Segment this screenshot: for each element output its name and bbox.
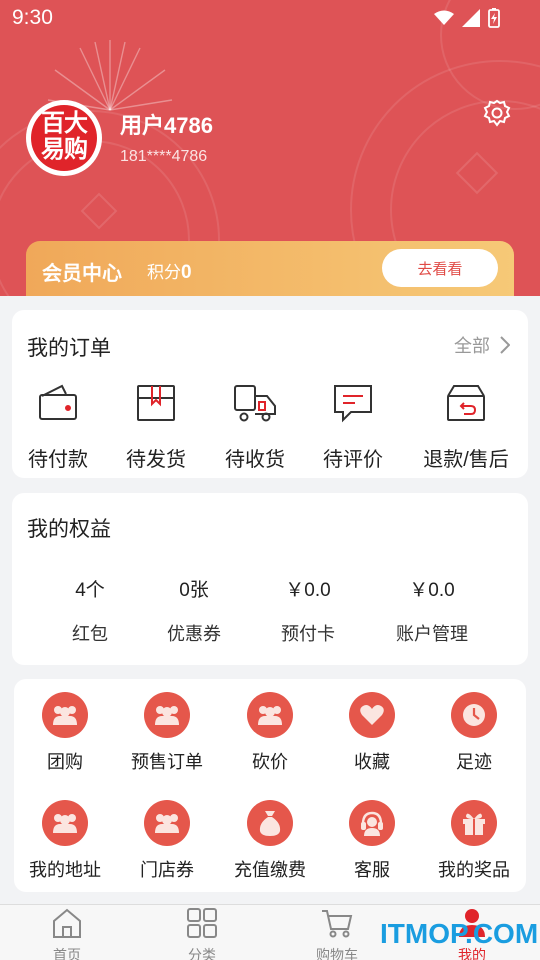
service-label: 我的奖品 [438,860,510,880]
order-label: 待评价 [323,449,383,471]
order-pending-shipment[interactable]: 待发货 [106,382,206,472]
points-display: 积分0 [147,258,192,284]
rights-prepaid-card[interactable]: ￥0.0 预付卡 [248,575,368,646]
order-pending-payment[interactable]: 待付款 [8,382,108,472]
member-center-card[interactable]: 会员中心 积分0 去看看 [26,241,514,296]
avatar-logo-line2: 易购 [41,136,88,163]
battery-icon [488,8,500,28]
group-icon [42,800,88,846]
group-icon [42,692,88,738]
my-rights-card: 我的权益 4个 红包 0张 优惠券 ￥0.0 预付卡 ￥0.0 账户管理 [12,493,528,665]
service-label: 砍价 [252,752,288,772]
return-box-icon [447,385,485,421]
tab-home[interactable]: 首页 [17,907,117,960]
rights-red-packet[interactable]: 4个 红包 [30,575,150,646]
status-bar: 9:30 [0,0,540,36]
tab-label: 首页 [53,947,81,960]
package-icon [137,385,175,421]
service-favorites[interactable]: 收藏 [321,692,423,774]
my-orders-title: 我的订单 [27,337,111,360]
comment-icon [334,385,372,423]
rights-label: 预付卡 [281,624,335,644]
order-pending-receipt[interactable]: 待收货 [205,382,305,472]
service-bargain[interactable]: 砍价 [219,692,321,774]
points-value: 0 [181,262,192,283]
group-icon [144,800,190,846]
service-label: 门店券 [140,860,194,880]
service-label: 团购 [47,752,83,772]
avatar-logo: 百大 易购 [31,105,97,171]
service-recharge-payment[interactable]: 充值缴费 [219,800,321,882]
rights-coupon[interactable]: 0张 优惠券 [134,575,254,646]
signal-icon [462,9,480,27]
go-see-button[interactable]: 去看看 [382,249,498,287]
rights-label: 账户管理 [396,624,468,644]
avatar-logo-line1: 百大 [41,110,88,137]
clock-icon [451,692,497,738]
heart-icon [349,692,395,738]
service-label: 充值缴费 [234,860,306,880]
truck-icon [234,385,276,422]
phone-number: 181****4786 [120,148,208,165]
status-time: 9:30 [12,6,53,29]
see-all-orders-link[interactable]: 全部 [454,332,510,358]
order-pending-review[interactable]: 待评价 [303,382,403,472]
tab-label: 分类 [188,947,216,960]
rights-value: 4个 [75,580,105,601]
group-icon [247,692,293,738]
rights-label: 优惠券 [167,624,221,644]
see-all-label: 全部 [454,336,490,356]
service-label: 收藏 [354,752,390,772]
order-label: 待收货 [225,449,285,471]
my-orders-card: 我的订单 全部 待付款 待发货 待收货 待评价 退款/售后 [12,310,528,478]
rights-value: ￥0.0 [285,580,331,601]
order-refund-aftersale[interactable]: 退款/售后 [416,382,516,472]
tab-category[interactable]: 分类 [152,907,252,960]
cart-icon [322,910,353,938]
service-customer-service[interactable]: 客服 [321,800,423,882]
gear-icon[interactable] [482,98,512,128]
money-bag-icon [247,800,293,846]
profile-header: 9:30 百大 易购 用户4786 181****4786 会员中心 积分0 去… [0,0,540,296]
group-icon [144,692,190,738]
home-icon [53,908,81,938]
order-label: 待发货 [126,449,186,471]
grid-icon [187,908,217,938]
rights-value: ￥0.0 [409,580,455,601]
service-my-address[interactable]: 我的地址 [14,800,116,882]
rights-label: 红包 [72,624,108,644]
service-label: 预售订单 [131,752,203,772]
wallet-icon [39,384,77,420]
chevron-right-icon [500,336,510,354]
member-center-title: 会员中心 [42,263,122,285]
wifi-icon [434,10,454,25]
my-rights-title: 我的权益 [27,518,111,541]
gift-icon [451,800,497,846]
tab-label: 购物车 [316,947,358,960]
order-label: 待付款 [28,449,88,471]
headset-icon [349,800,395,846]
service-footprints[interactable]: 足迹 [423,692,525,774]
rights-account-management[interactable]: ￥0.0 账户管理 [372,575,492,646]
watermark-text: ITMOP.COM [380,918,539,949]
rights-value: 0张 [179,580,209,601]
username: 用户4786 [120,113,213,138]
points-label: 积分 [147,263,181,282]
service-store-coupons[interactable]: 门店券 [116,800,218,882]
service-label: 客服 [354,860,390,880]
service-label: 我的地址 [29,860,101,880]
service-group-buy[interactable]: 团购 [14,692,116,774]
avatar[interactable]: 百大 易购 [26,100,102,176]
service-label: 足迹 [456,752,492,772]
status-icons [434,8,500,28]
tab-cart[interactable]: 购物车 [287,907,387,960]
service-presale-orders[interactable]: 预售订单 [116,692,218,774]
service-my-prizes[interactable]: 我的奖品 [423,800,525,882]
order-label: 退款/售后 [423,449,509,471]
